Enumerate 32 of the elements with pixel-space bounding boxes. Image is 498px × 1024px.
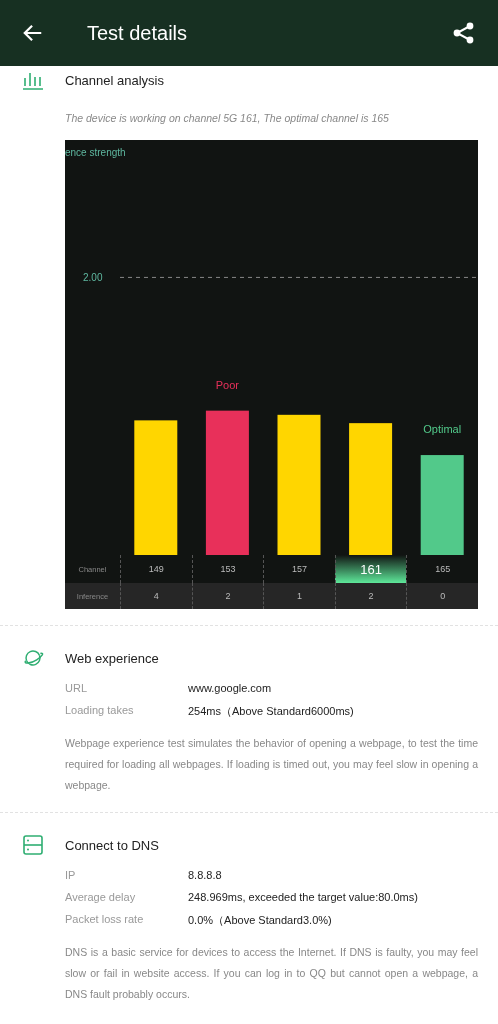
table-cell: 2 [334,583,407,609]
table-cell: 0 [406,583,478,609]
field-label: Average delay [65,891,137,903]
share-icon[interactable] [452,21,476,45]
table-cell: 4 [120,583,192,609]
back-icon[interactable] [22,22,44,44]
axis-label: ence strength [65,147,126,158]
field-value: 0.0%（Above Standard3.0%) [188,913,332,928]
field-label: IP [65,869,77,881]
field-value: 8.8.8.8 [188,869,222,881]
bar-annotation: Poor [215,378,239,391]
section-title: Channel analysis [65,72,164,88]
field-label: Packet loss rate [65,913,145,927]
bar-annotation: Optimal [423,423,462,436]
field-label: URL [65,682,88,694]
field-label: Loading takes [65,704,135,718]
planet-icon [22,648,44,668]
table-cell: 1 [263,583,335,609]
field-value: www.google.com [188,682,272,694]
page-title: Test details [87,21,189,45]
section-title: Web experience [65,650,159,666]
tick-label: 2.00 [83,272,103,284]
section-description: DNS is a basic service for devices to access the Internet. If DNS is faulty, you may feel slow or fail in website access. If you can log in to QQ but cannot open a webpage, a DNS fault probably occurs. [65,945,478,1002]
server-icon [22,835,44,855]
bar-chart-icon [22,70,44,90]
section-description: Webpage experience test simulates the behavior of opening a webpage, to test the time required for loading all webpages. If loading is timed out, you may feel slow in opening a webpage. [65,736,478,793]
channel-cell[interactable]: 161 [334,555,407,583]
table-cell: 2 [191,583,264,609]
field-value: 248.969ms, exceeded the target value:80.0ms) [188,891,418,903]
section-title: Connect to DNS [65,837,159,853]
field-value: 254ms（Above Standard6000ms) [188,704,354,719]
channel-summary: The device is working on channel 5G 161, The optimal channel is 165 [65,112,390,124]
